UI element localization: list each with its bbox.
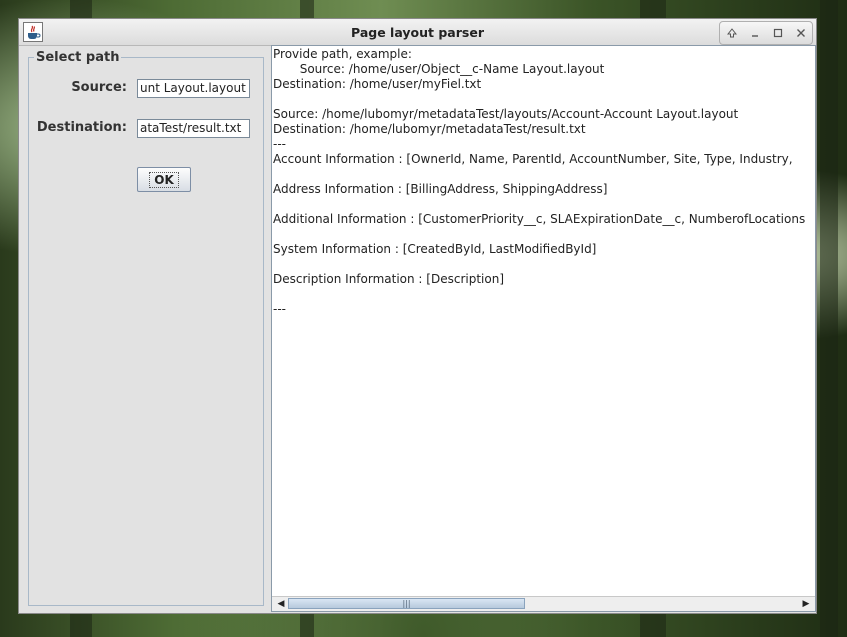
output-line: Description Information : [Description] xyxy=(273,272,504,286)
maximize-icon[interactable] xyxy=(769,25,787,41)
output-line: System Information : [CreatedById, LastM… xyxy=(273,242,597,256)
select-path-panel: Select path Source: unt Layout.layout De… xyxy=(28,50,264,606)
ok-button-label: OK xyxy=(149,171,179,188)
output-line: Address Information : [BillingAddress, S… xyxy=(273,182,608,196)
minimize-icon[interactable] xyxy=(746,25,764,41)
scroll-left-icon[interactable]: ◀ xyxy=(274,597,288,610)
destination-label: Destination: xyxy=(36,120,127,135)
ok-button[interactable]: OK xyxy=(137,167,191,192)
window-title: Page layout parser xyxy=(351,25,484,40)
scroll-right-icon[interactable]: ▶ xyxy=(799,597,813,610)
keep-above-icon[interactable] xyxy=(723,25,741,41)
output-line: Source: /home/user/Object__c-Name Layout… xyxy=(273,62,605,76)
background-trunk xyxy=(820,0,838,637)
source-input[interactable]: unt Layout.layout xyxy=(137,79,250,98)
horizontal-scrollbar[interactable]: ◀ ||| ▶ xyxy=(272,596,815,611)
output-line: Destination: /home/lubomyr/metadataTest/… xyxy=(273,122,586,136)
select-path-legend: Select path xyxy=(34,50,122,65)
output-line: --- xyxy=(273,137,286,151)
output-line: Additional Information : [CustomerPriori… xyxy=(273,212,806,226)
window-controls xyxy=(719,21,813,45)
output-line: Destination: /home/user/myFiel.txt xyxy=(273,77,482,91)
output-line: --- xyxy=(273,302,286,316)
output-text[interactable]: Provide path, example: Source: /home/use… xyxy=(273,47,805,317)
output-line: Source: /home/lubomyr/metadataTest/layou… xyxy=(273,107,739,121)
close-icon[interactable] xyxy=(792,25,810,41)
source-label: Source: xyxy=(71,80,127,95)
app-window: Page layout parser Select path Source: u… xyxy=(18,18,817,614)
output-text-area[interactable]: Provide path, example: Source: /home/use… xyxy=(271,45,816,612)
title-bar[interactable]: Page layout parser xyxy=(19,19,816,46)
output-line: Provide path, example: xyxy=(273,47,412,61)
destination-input[interactable]: ataTest/result.txt xyxy=(137,119,250,138)
scrollbar-thumb[interactable]: ||| xyxy=(288,598,525,609)
output-line: Account Information : [OwnerId, Name, Pa… xyxy=(273,152,793,166)
